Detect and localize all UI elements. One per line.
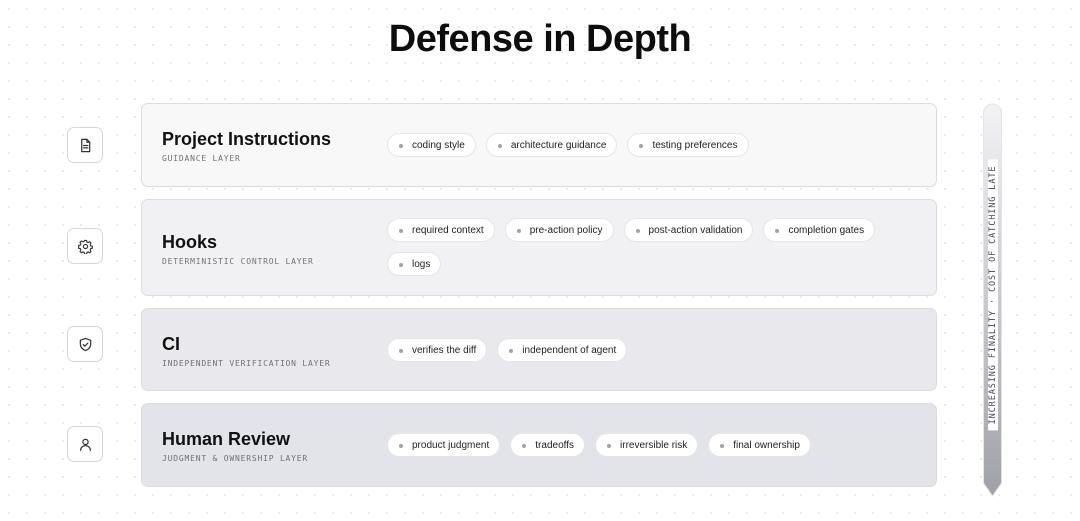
gear-icon [67,228,103,264]
chip: architecture guidance [485,133,618,157]
layer-human-review: Human Review JUDGMENT & OWNERSHIP LAYER … [141,403,937,487]
chip-list: product judgment tradeoffs irreversible … [387,433,917,457]
layer-project-instructions: Project Instructions GUIDANCE LAYER codi… [141,103,937,187]
chip: coding style [387,133,476,157]
layer-sublabel: GUIDANCE LAYER [162,154,241,163]
chip-list: required context pre-action policy post-… [387,218,917,276]
chip: logs [387,252,442,276]
layer-sublabel: JUDGMENT & OWNERSHIP LAYER [162,454,309,463]
layer-name: Hooks [162,232,218,252]
layer-sublabel: DETERMINISTIC CONTROL LAYER [162,257,314,266]
chip: pre-action policy [504,218,614,242]
chip-list: verifies the diff independent of agent [387,338,917,362]
layer-ci: CI INDEPENDENT VERIFICATION LAYER verifi… [141,308,937,391]
chip: product judgment [387,433,501,457]
document-icon [67,127,103,163]
chip: independent of agent [497,338,628,362]
finality-axis: INCREASING FINALITY · COST OF CATCHING L… [983,103,1002,497]
layer-sublabel: INDEPENDENT VERIFICATION LAYER [162,359,331,368]
layer-name: Human Review [162,429,291,449]
axis-label: INCREASING FINALITY · COST OF CATCHING L… [987,159,998,431]
chip-list: coding style architecture guidance testi… [387,133,917,157]
shield-check-icon [67,326,103,362]
chip: irreversible risk [595,433,699,457]
layer-name: CI [162,334,180,354]
chip: post-action validation [623,218,754,242]
chip: testing preferences [627,133,749,157]
page-title: Defense in Depth [388,18,692,60]
user-icon [67,426,103,462]
layer-hooks: Hooks DETERMINISTIC CONTROL LAYER requir… [141,199,937,296]
chip: required context [387,218,495,242]
layer-name: Project Instructions [162,129,332,149]
chip: final ownership [708,433,811,457]
chip: completion gates [763,218,876,242]
chip: verifies the diff [387,338,488,362]
chip: tradeoffs [510,433,586,457]
